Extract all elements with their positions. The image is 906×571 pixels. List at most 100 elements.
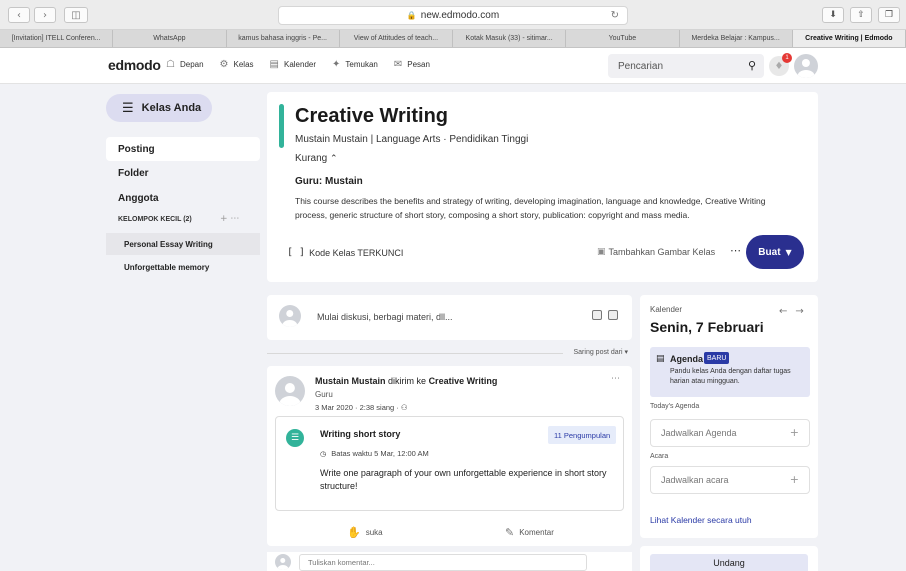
arrow-left-icon[interactable]: ←	[779, 306, 787, 317]
filter-divider	[267, 353, 563, 354]
post-author-role: Guru	[315, 390, 333, 399]
class-more-icon[interactable]: ⋯	[730, 244, 741, 257]
search-icon[interactable]: ⚲	[748, 59, 756, 72]
more-icon[interactable]: ⋯	[230, 214, 239, 224]
reload-icon[interactable]: ↻	[611, 10, 619, 21]
filter-dropdown[interactable]: Saring post dari ▾	[574, 348, 629, 356]
post-author-avatar[interactable]	[275, 376, 305, 406]
browser-nav: ‹ › ◫	[8, 7, 88, 23]
browser-tab[interactable]: YouTube	[566, 30, 680, 47]
home-icon: ☖	[166, 59, 175, 70]
edmodo-logo[interactable]: edmodo	[108, 57, 161, 73]
new-badge: BARU	[704, 352, 730, 364]
comment-input[interactable]: Tuliskan komentar...	[299, 554, 587, 571]
search-placeholder: Pencarian	[618, 60, 664, 72]
share-icon[interactable]: ⇧	[850, 7, 872, 23]
assignment-title[interactable]: Writing short story	[320, 429, 400, 439]
caret-down-icon: ▼	[785, 247, 792, 257]
url-bar[interactable]: 🔒 new.edmodo.com ↻	[278, 6, 628, 25]
post-composer[interactable]: Mulai diskusi, berbagi materi, dll...	[267, 295, 632, 340]
file-attach-icon[interactable]	[608, 310, 618, 320]
back-icon[interactable]: ‹	[8, 7, 30, 23]
nav-kalender[interactable]: ▤ Kalender	[270, 59, 316, 70]
post-time-text: 3 Mar 2020 · 2:38 siang ·	[315, 403, 399, 412]
class-code-button[interactable]: [ ] Kode Kelas TERKUNCI	[287, 247, 403, 258]
create-label: Buat	[758, 246, 781, 258]
sidebar-toggle-icon[interactable]: ◫	[64, 7, 88, 23]
post-more-icon[interactable]: ⋯	[611, 374, 620, 384]
create-button[interactable]: Buat ▼	[746, 235, 804, 269]
browser-tab[interactable]: Kotak Masuk (33) - sitimar...	[453, 30, 567, 47]
sidebar-group-personal-essay[interactable]: Personal Essay Writing	[106, 233, 260, 255]
calendar-label: Kalender	[650, 305, 683, 314]
arrow-right-icon[interactable]: →	[795, 306, 803, 317]
url-text: new.edmodo.com	[420, 10, 500, 21]
calendar-card: Kalender ← → Senin, 7 Februari ▤ Agenda …	[640, 295, 818, 538]
post-author-name[interactable]: Mustain Mustain	[315, 376, 386, 386]
schedule-agenda-button[interactable]: Jadwalkan Agenda +	[650, 419, 810, 447]
nav-kelas[interactable]: ⚙ Kelas	[220, 59, 254, 70]
download-icon[interactable]: ⬇	[822, 7, 844, 23]
agenda-icon: ▤	[656, 354, 665, 364]
add-group-icon[interactable]: +	[220, 214, 228, 224]
discover-icon: ✦	[332, 59, 341, 70]
browser-tab-active[interactable]: Creative Writing | Edmodo	[792, 30, 906, 47]
assignment-box[interactable]: ☰ Writing short story 11 Pengumpulan ◷ B…	[275, 416, 624, 511]
sidebar-item-anggota[interactable]: Anggota	[106, 186, 260, 210]
plus-icon: +	[789, 426, 799, 439]
class-title: Creative Writing	[295, 105, 448, 127]
group-actions: + ⋯	[220, 214, 239, 224]
nav-pesan[interactable]: ✉ Pesan	[394, 59, 430, 70]
user-avatar[interactable]	[794, 54, 818, 78]
chevron-up-icon: ⌃	[330, 154, 338, 164]
browser-tab[interactable]: kamus bahasa inggris - Pe...	[227, 30, 340, 47]
add-class-image-button[interactable]: ▣ Tambahkan Gambar Kelas	[597, 247, 715, 257]
invite-button[interactable]: Undang	[650, 554, 808, 571]
forward-icon[interactable]: ›	[34, 7, 56, 23]
thumbs-up-icon: ✋	[347, 526, 361, 539]
browser-tabs: [Invitation] ITELL Conferen... WhatsApp …	[0, 30, 906, 48]
code-brackets-icon: [ ]	[287, 247, 306, 258]
deadline-text: Batas waktu 5 Mar, 12:00 AM	[331, 449, 429, 458]
agenda-description: Pandu kelas Anda dengan daftar tugas har…	[670, 368, 791, 385]
camera-icon: ▣	[597, 247, 606, 257]
comment-row: Tuliskan komentar...	[267, 552, 632, 571]
browser-tab[interactable]: [Invitation] ITELL Conferen...	[0, 30, 114, 47]
clock-icon: ◷	[320, 450, 327, 458]
post-target[interactable]: Creative Writing	[429, 376, 498, 386]
plus-icon: +	[789, 473, 799, 486]
message-icon: ✉	[393, 59, 403, 70]
image-attach-icon[interactable]	[592, 310, 602, 320]
tabs-overview-icon[interactable]: ❐	[878, 7, 900, 23]
assignment-text: Write one paragraph of your own unforget…	[320, 468, 607, 491]
comment-button[interactable]: ✎ Komentar	[505, 526, 554, 539]
browser-toolbar: ‹ › ◫ 🔒 new.edmodo.com ↻ ⬇ ⇧ ❐	[0, 0, 906, 30]
lock-icon: 🔒	[406, 11, 417, 20]
class-description: This course describes the benefits and s…	[295, 196, 766, 220]
nav-label: Temukan	[345, 60, 378, 69]
sidebar-item-posting[interactable]: Posting	[106, 137, 260, 161]
composer-placeholder: Mulai diskusi, berbagi materi, dll...	[317, 312, 453, 322]
agenda-promo[interactable]: ▤ Agenda BARU Pandu kelas Anda dengan da…	[650, 347, 810, 397]
collapse-toggle[interactable]: Kurang ⌃	[295, 153, 338, 164]
sidebar-item-folder[interactable]: Folder	[106, 161, 260, 185]
comment-placeholder: Tuliskan komentar...	[308, 558, 375, 567]
browser-tab[interactable]: WhatsApp	[113, 30, 227, 47]
main-nav: ☖ Depan ⚙ Kelas ▤ Kalender ✦ Temukan ✉ Pesan	[166, 59, 430, 70]
kelas-anda-button[interactable]: ☰ Kelas Anda	[106, 94, 212, 122]
audience-icon: ⚇	[400, 403, 408, 412]
nav-temukan[interactable]: ✦ Temukan	[332, 59, 378, 70]
nav-depan[interactable]: ☖ Depan	[166, 59, 204, 70]
nav-label: Depan	[179, 60, 204, 69]
nav-label: Kalender	[283, 60, 317, 69]
like-button[interactable]: ✋ suka	[347, 526, 383, 539]
browser-tab[interactable]: Merdeka Belajar : Kampus...	[680, 30, 793, 47]
app-header: edmodo ☖ Depan ⚙ Kelas ▤ Kalender ✦ Temukan …	[0, 48, 906, 84]
browser-tab[interactable]: View of Attitudes of teach...	[340, 30, 453, 47]
search-input[interactable]: Pencarian ⚲	[608, 54, 764, 78]
sidebar-group-unforgettable[interactable]: Unforgettable memory	[106, 256, 260, 278]
invite-card: Undang	[640, 546, 818, 571]
submissions-badge[interactable]: 11 Pengumpulan	[548, 426, 617, 444]
view-calendar-link[interactable]: Lihat Kalender secara utuh	[650, 515, 752, 525]
schedule-event-button[interactable]: Jadwalkan acara +	[650, 466, 810, 494]
